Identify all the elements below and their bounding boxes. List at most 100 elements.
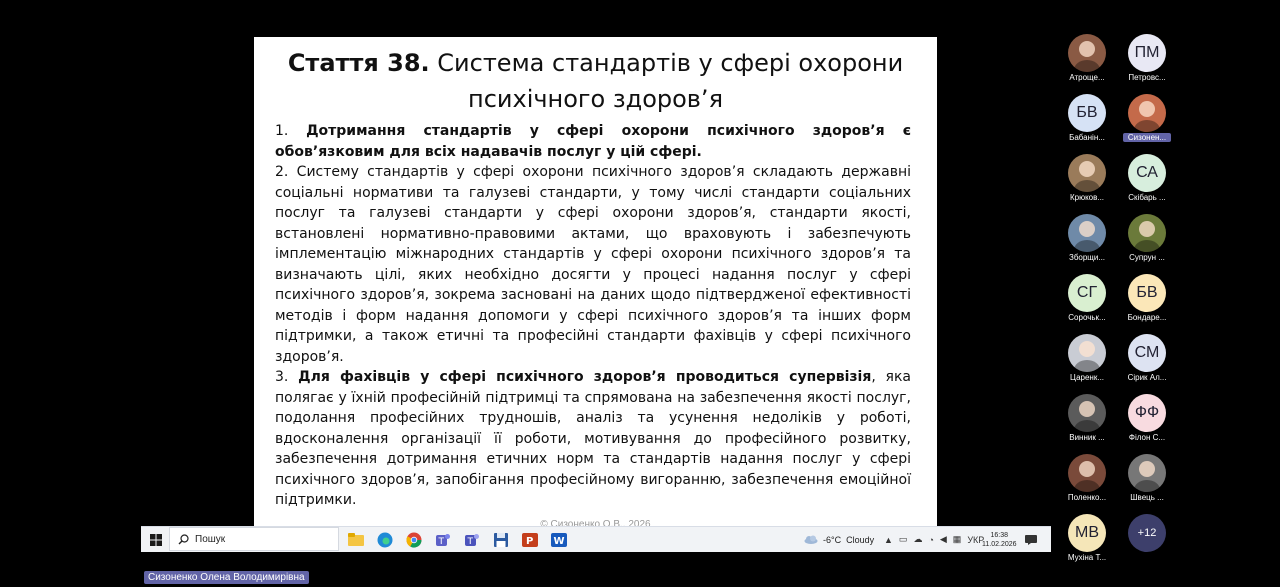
participant-tile[interactable]: Швець ... (1117, 454, 1177, 514)
participant-tile[interactable]: БВ Бондаре... (1117, 274, 1177, 334)
taskbar-apps: T T P W (346, 527, 569, 552)
speaker-name-label: Сизоненко Олена Володимирівна (144, 571, 309, 584)
participant-photo-avatar (1068, 154, 1106, 192)
notification-icon[interactable] (1025, 527, 1037, 552)
powerpoint-icon[interactable]: P (520, 530, 540, 550)
participant-photo-avatar (1068, 334, 1106, 372)
teams-icon[interactable]: T (433, 530, 453, 550)
chevron-up-icon[interactable]: ▲ (884, 535, 893, 545)
weather-temp: -6°C (823, 534, 842, 545)
save-app-icon[interactable] (491, 530, 511, 550)
participant-name: Бондаре... (1127, 313, 1167, 322)
participant-tile[interactable]: СА Скібарь ... (1117, 154, 1177, 214)
paragraph-1-number: 1. (275, 123, 307, 139)
edge-icon[interactable] (375, 530, 395, 550)
participant-initials-avatar: МВ (1068, 514, 1106, 552)
participant-initials-avatar: СГ (1068, 274, 1106, 312)
participant-initials-avatar: БВ (1068, 94, 1106, 132)
participant-initials-avatar: СМ (1128, 334, 1166, 372)
participant-photo-avatar (1068, 454, 1106, 492)
svg-text:P: P (526, 536, 533, 547)
participant-name: Зборщи... (1068, 253, 1106, 262)
slide-body: 1. Дотримання стандартів у сфері охорони… (275, 121, 911, 511)
svg-text:W: W (554, 536, 565, 547)
participant-name: Сорочьк... (1068, 313, 1106, 322)
participant-photo-avatar (1128, 94, 1166, 132)
word-icon[interactable]: W (549, 530, 569, 550)
taskbar-search[interactable]: Пошук (169, 527, 339, 551)
participant-tile[interactable]: Зборщи... (1057, 214, 1117, 274)
participant-initials-avatar: БВ (1128, 274, 1166, 312)
participant-name: Скібарь ... (1128, 193, 1166, 202)
svg-text:T: T (467, 537, 474, 547)
clock-time: 16:38 (990, 531, 1009, 539)
paragraph-1-bold: Дотримання стандартів у сфері охорони пс… (275, 123, 911, 160)
clock-date: 11.02.2026 (982, 540, 1017, 548)
participant-photo-avatar (1068, 34, 1106, 72)
participant-tile[interactable]: ФФ Філон С... (1117, 394, 1177, 454)
system-tray: ▲ ▭ ☁ ◔ ◀ ▦ УКР (884, 527, 984, 552)
participant-name: Швець ... (1130, 493, 1164, 502)
participant-tile[interactable]: БВ Бабанін... (1057, 94, 1117, 154)
windows-icon (150, 533, 162, 546)
paragraph-1: 1. Дотримання стандартів у сфері охорони… (275, 121, 911, 162)
participant-tile[interactable]: СГ Сорочьк... (1057, 274, 1117, 334)
participant-name: Крюков... (1069, 193, 1105, 202)
participant-name: Сизонен... (1123, 133, 1171, 142)
shared-slide: Стаття 38. Система стандартів у сфері ох… (254, 37, 937, 527)
teams-classic-icon[interactable]: T (462, 530, 482, 550)
paragraph-3-number: 3. (275, 369, 299, 385)
participant-name: Царенк... (1069, 373, 1105, 382)
participant-tile[interactable]: Сизонен... (1117, 94, 1177, 154)
participant-photo-avatar (1068, 214, 1106, 252)
participant-name: Петровс... (1128, 73, 1166, 82)
more-participants-button[interactable]: +12 (1117, 514, 1177, 574)
participant-tile[interactable]: Царенк... (1057, 334, 1117, 394)
paragraph-2: 2. Систему стандартів у сфері охорони пс… (275, 164, 911, 365)
paragraph-3-rest: , яка полягає у їхній професійній підтри… (275, 369, 911, 508)
participant-photo-avatar (1128, 214, 1166, 252)
participant-initials-avatar: СА (1128, 154, 1166, 192)
participant-initials-avatar: ПМ (1128, 34, 1166, 72)
participant-tile[interactable]: Винник ... (1057, 394, 1117, 454)
cloud-icon (804, 535, 818, 544)
participant-name: Філон С... (1128, 433, 1166, 442)
clock[interactable]: 16:38 11.02.2026 (982, 527, 1017, 552)
participant-photo-avatar (1128, 454, 1166, 492)
participant-initials-avatar: +12 (1128, 514, 1166, 552)
participant-tile[interactable]: СМ Сірик Ал... (1117, 334, 1177, 394)
weather-desc: Cloudy (846, 534, 875, 545)
search-icon (178, 533, 189, 544)
participant-tile[interactable]: МВ Мухіна Т... (1057, 514, 1117, 574)
participant-tile[interactable]: Супрун ... (1117, 214, 1177, 274)
participant-tile[interactable]: ПМ Петровс... (1117, 34, 1177, 94)
participant-name: Винник ... (1069, 433, 1105, 442)
participant-name: Бабанін... (1069, 133, 1105, 142)
wifi-icon[interactable]: ◔ (928, 535, 933, 545)
cloud-sync-icon[interactable]: ☁ (913, 534, 922, 545)
participant-photo-avatar (1068, 394, 1106, 432)
participant-name: Сірик Ал... (1127, 373, 1167, 382)
battery-icon[interactable]: ▭ (899, 534, 908, 545)
start-button[interactable] (147, 527, 165, 552)
participant-tile[interactable]: Поленко... (1057, 454, 1117, 514)
search-label: Пошук (195, 533, 226, 545)
participant-name: Мухіна Т... (1067, 553, 1107, 562)
participant-name: Супрун ... (1129, 253, 1165, 262)
weather-widget[interactable]: -6°C Cloudy (804, 527, 874, 552)
volume-icon[interactable]: ◀ (940, 534, 947, 545)
keyboard-icon[interactable]: ▦ (953, 534, 962, 545)
participant-name: Поленко... (1067, 493, 1107, 502)
participant-name: Атроще... (1069, 73, 1105, 82)
participant-tile[interactable]: Крюков... (1057, 154, 1117, 214)
svg-text:T: T (438, 537, 445, 547)
participant-tile[interactable]: Атроще... (1057, 34, 1117, 94)
taskbar: Пошук T T P W -6°C Cloudy ▲ ▭ ☁ ◔ ◀ ▦ УК… (141, 526, 1051, 552)
slide-title-bold: Стаття 38. (287, 49, 430, 77)
file-explorer-icon[interactable] (346, 530, 366, 550)
chrome-icon[interactable] (404, 530, 424, 550)
slide-title: Стаття 38. Система стандартів у сфері ох… (254, 45, 937, 117)
slide-title-rest: Система стандартів у сфері охорони психі… (429, 49, 904, 113)
paragraph-3: 3. Для фахівців у сфері психічного здоро… (275, 367, 911, 511)
participant-initials-avatar: ФФ (1128, 394, 1166, 432)
